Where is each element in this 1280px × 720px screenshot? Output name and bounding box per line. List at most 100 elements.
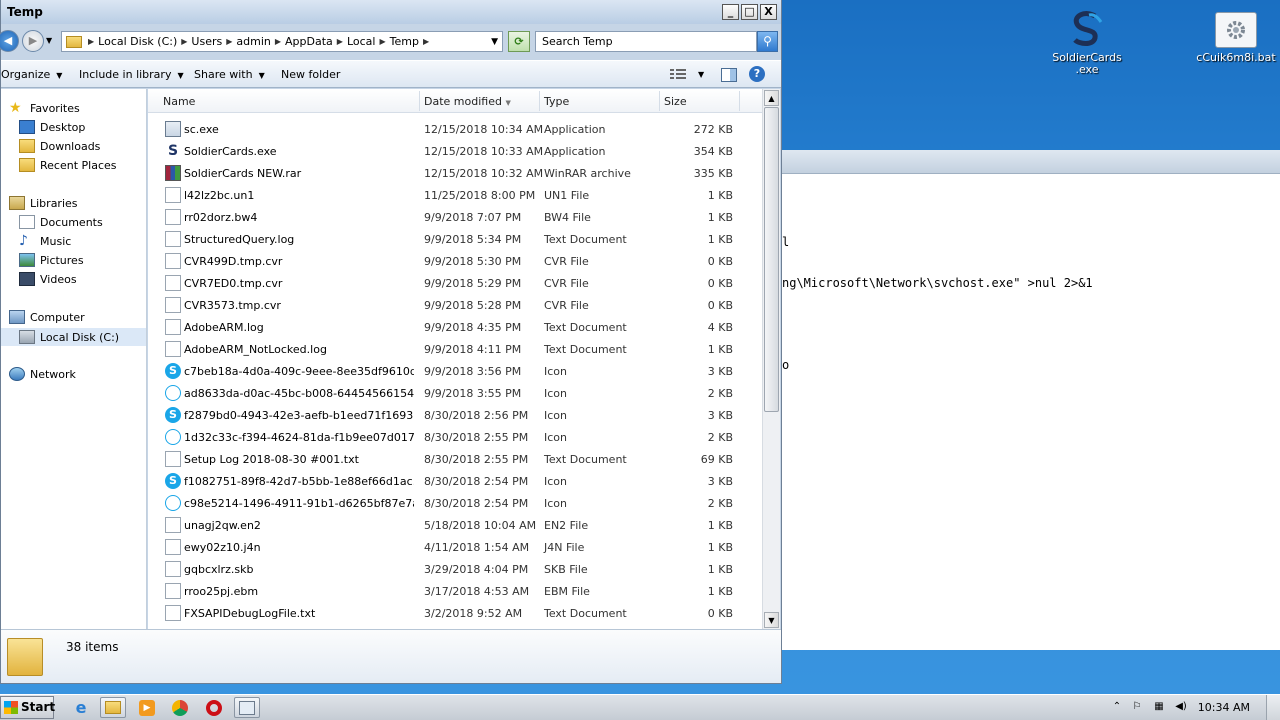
maximize-button[interactable]: □ [741, 4, 758, 20]
file-size: 1 KB [707, 519, 733, 532]
file-row[interactable]: StructuredQuery.log 9/9/2018 5:34 PM Text … [148, 229, 762, 251]
preview-pane-icon[interactable] [721, 68, 737, 82]
start-button[interactable]: Start [0, 696, 55, 719]
file-row[interactable]: unagj2qw.en2 5/18/2018 10:04 AM EN2 File 1 … [148, 515, 762, 537]
scroll-up-arrow-icon[interactable]: ▲ [764, 90, 779, 106]
breadcrumb-item[interactable]: admin [236, 35, 270, 48]
nav-libraries[interactable]: Libraries [9, 196, 78, 210]
nav-documents[interactable]: Documents [19, 215, 103, 229]
file-row[interactable]: ad8633da-d0ac-45bc-b008-644545661546.t..… [148, 383, 762, 405]
explorer-window[interactable]: Temp _ □ X ◀ ▶ ▼ ▶ Local Disk (C:) ▶ Use… [0, 0, 782, 684]
file-row[interactable]: Sf2879bd0-4943-42e3-aefb-b1eed71f1693.t.… [148, 405, 762, 427]
share-with-menu[interactable]: Share with ▼ [194, 68, 265, 81]
chevron-right-icon[interactable]: ▶ [88, 37, 94, 46]
file-row[interactable]: Sf1082751-89f8-42d7-b5bb-1e88ef66d1ac.t.… [148, 471, 762, 493]
console-taskbar-button[interactable] [234, 697, 260, 718]
file-row[interactable]: Setup Log 2018-08-30 #001.txt 8/30/2018 2… [148, 449, 762, 471]
search-icon[interactable]: ⚲ [757, 31, 778, 52]
nav-local-disk[interactable]: Local Disk (C:) [1, 328, 146, 346]
file-row[interactable]: CVR3573.tmp.cvr 9/9/2018 5:28 PM CVR File 0… [148, 295, 762, 317]
file-row[interactable]: c98e5214-1496-4911-91b1-d6265bf87e7a.t..… [148, 493, 762, 515]
view-options-chevron-icon[interactable]: ▼ [698, 70, 704, 79]
file-row[interactable]: l42lz2bc.un1 11/25/2018 8:00 PM UN1 File 1 … [148, 185, 762, 207]
new-folder-button[interactable]: New folder [281, 68, 340, 81]
network-tray-icon[interactable]: ▦ [1152, 701, 1166, 714]
breadcrumb-item[interactable]: AppData [285, 35, 333, 48]
column-size[interactable]: Size [664, 95, 687, 108]
include-in-library-menu[interactable]: Include in library ▼ [79, 68, 184, 81]
file-row[interactable]: rr02dorz.bw4 9/9/2018 7:07 PM BW4 File 1 KB [148, 207, 762, 229]
file-row[interactable]: rroo25pj.ebm 3/17/2018 4:53 AM EBM File 1 K… [148, 581, 762, 603]
file-row[interactable]: AdobeARM.log 9/9/2018 4:35 PM Text Documen… [148, 317, 762, 339]
file-row[interactable]: ewy02z10.j4n 4/11/2018 1:54 AM J4N File 1 K… [148, 537, 762, 559]
file-row[interactable]: SoldierCards NEW.rar 12/15/2018 10:32 AM W… [148, 163, 762, 185]
opera-taskbar-button[interactable] [201, 697, 227, 718]
help-icon[interactable]: ? [749, 66, 765, 82]
chevron-right-icon[interactable]: ▶ [181, 37, 187, 46]
file-row[interactable]: S SoldierCards.exe 12/15/2018 10:33 AM Appl… [148, 141, 762, 163]
column-divider[interactable] [419, 91, 420, 111]
nav-desktop[interactable]: Desktop [19, 120, 85, 134]
vertical-scrollbar[interactable]: ▲ ▼ [762, 89, 780, 629]
window-titlebar[interactable]: Temp _ □ X [1, 0, 781, 24]
chevron-right-icon[interactable]: ▶ [226, 37, 232, 46]
desktop-icon-bat[interactable]: cCuik6m8i.bat [1196, 12, 1276, 64]
breadcrumb-item[interactable]: Temp [390, 35, 419, 48]
chevron-right-icon[interactable]: ▶ [337, 37, 343, 46]
nav-pictures[interactable]: Pictures [19, 253, 84, 267]
file-row[interactable]: 1d32c33c-f394-4624-81da-f1b9ee07d017.t..… [148, 427, 762, 449]
close-button[interactable]: X [760, 4, 777, 20]
document-file-icon [165, 451, 181, 467]
volume-icon[interactable]: ◀) [1174, 701, 1188, 714]
chevron-right-icon[interactable]: ▶ [379, 37, 385, 46]
column-divider[interactable] [659, 91, 660, 111]
nav-computer[interactable]: Computer [9, 310, 85, 324]
recent-pages-chevron-icon[interactable]: ▼ [46, 36, 52, 45]
nav-recent-places[interactable]: Recent Places [19, 158, 117, 172]
column-divider[interactable] [539, 91, 540, 111]
nav-network[interactable]: Network [9, 367, 76, 381]
file-row[interactable]: CVR7ED0.tmp.cvr 9/9/2018 5:29 PM CVR File 0… [148, 273, 762, 295]
clock[interactable]: 10:34 AM [1198, 701, 1250, 714]
column-name[interactable]: Name [163, 95, 195, 108]
media-player-taskbar-button[interactable]: ▶ [134, 697, 160, 718]
nav-downloads[interactable]: Downloads [19, 139, 100, 153]
address-dropdown-icon[interactable]: ▼ [491, 37, 498, 47]
internet-explorer-taskbar-button[interactable]: e [68, 697, 94, 718]
refresh-button[interactable]: ⟳ [508, 31, 530, 52]
explorer-taskbar-button[interactable] [100, 697, 126, 718]
file-row[interactable]: Sc7beb18a-4d0a-409c-9eee-8ee35df9610d.t.… [148, 361, 762, 383]
forward-button[interactable]: ▶ [22, 30, 44, 52]
address-box[interactable]: ▶ Local Disk (C:) ▶ Users ▶ admin ▶ AppD… [61, 31, 503, 52]
file-row[interactable]: FXSAPIDebugLogFile.txt 3/2/2018 9:52 AM Te… [148, 603, 762, 625]
console-titlebar[interactable] [782, 150, 1280, 174]
show-hidden-icons-chevron-icon[interactable]: ⌃ [1110, 701, 1124, 714]
chrome-taskbar-button[interactable] [167, 697, 193, 718]
file-row[interactable]: CVR499D.tmp.cvr 9/9/2018 5:30 PM CVR File 0… [148, 251, 762, 273]
nav-music[interactable]: ♪ Music [19, 234, 71, 248]
file-row[interactable]: gqbcxlrz.skb 3/29/2018 4:04 PM SKB File 1 K… [148, 559, 762, 581]
chevron-right-icon[interactable]: ▶ [275, 37, 281, 46]
column-divider[interactable] [739, 91, 740, 111]
back-button[interactable]: ◀ [0, 30, 19, 52]
desktop-icon-soldiercards[interactable]: SoldierCards .exe [1047, 8, 1127, 76]
column-date-modified[interactable]: Date modified ▼ [424, 95, 511, 108]
scrollbar-thumb[interactable] [764, 107, 779, 412]
breadcrumb-item[interactable]: Local [347, 35, 376, 48]
action-center-flag-icon[interactable]: ⚐ [1130, 701, 1144, 714]
breadcrumb-item[interactable]: Users [191, 35, 222, 48]
change-view-icon[interactable] [670, 68, 686, 80]
search-input[interactable]: Search Temp [535, 31, 757, 52]
column-type[interactable]: Type [544, 95, 569, 108]
nav-favorites[interactable]: ★ Favorites [9, 101, 80, 115]
minimize-button[interactable]: _ [722, 4, 739, 20]
breadcrumb-item[interactable]: Local Disk (C:) [98, 35, 177, 48]
nav-videos[interactable]: Videos [19, 272, 77, 286]
show-desktop-button[interactable] [1266, 695, 1280, 720]
file-row[interactable]: AdobeARM_NotLocked.log 9/9/2018 4:11 PM Te… [148, 339, 762, 361]
file-row[interactable]: sc.exe 12/15/2018 10:34 AM Application 272 … [148, 119, 762, 141]
scroll-down-arrow-icon[interactable]: ▼ [764, 612, 779, 628]
console-window[interactable]: l ng\Microsoft\Network\svchost.exe" >nul… [782, 150, 1280, 650]
chevron-right-icon[interactable]: ▶ [423, 37, 429, 46]
organize-menu[interactable]: Organize ▼ [1, 68, 62, 81]
